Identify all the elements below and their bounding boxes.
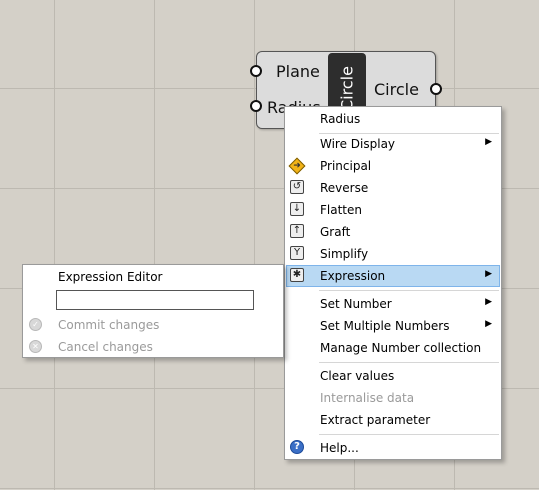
reverse-icon: ↺ (290, 180, 304, 194)
expression-icon: ✱ (290, 268, 304, 282)
menu-item-wire-display[interactable]: Wire Display ▶ (286, 133, 500, 155)
menu-item-simplify[interactable]: Y Simplify (286, 243, 500, 265)
input-plane-label[interactable]: Plane (276, 62, 320, 81)
help-icon: ? (290, 440, 304, 454)
output-circle-grip[interactable] (430, 83, 442, 95)
principal-icon: ➜ (288, 157, 306, 175)
expression-input[interactable] (56, 290, 254, 310)
menu-item-label: Simplify (320, 247, 369, 261)
submenu-arrow-icon: ▶ (485, 319, 492, 329)
menu-item-set-number[interactable]: Set Number ▶ (286, 293, 500, 315)
cancel-changes-item: ✕ Cancel changes (23, 337, 281, 357)
menu-item-label: Internalise data (320, 391, 415, 405)
menu-separator (319, 434, 499, 435)
commit-changes-item: ✓ Commit changes (23, 315, 281, 335)
menu-item-label: Help... (320, 441, 359, 455)
input-plane-grip[interactable] (250, 65, 262, 77)
menu-item-label: Graft (320, 225, 351, 239)
flatten-icon: ↓ (290, 202, 304, 216)
submenu-arrow-icon: ▶ (485, 297, 492, 307)
menu-separator (319, 362, 499, 363)
menu-item-extract-parameter[interactable]: Extract parameter (286, 409, 500, 431)
expression-submenu: Expression Editor ✓ Commit changes ✕ Can… (22, 264, 284, 358)
menu-item-graft[interactable]: ↑ Graft (286, 221, 500, 243)
output-circle-label[interactable]: Circle (374, 80, 419, 99)
simplify-icon: Y (290, 246, 304, 260)
submenu-arrow-icon: ▶ (485, 137, 492, 147)
menu-item-principal[interactable]: ➜ Principal (286, 155, 500, 177)
menu-item-label: Set Number (320, 297, 392, 311)
context-menu: Radius Wire Display ▶ ➜ Principal ↺ Reve… (284, 106, 502, 460)
submenu-arrow-icon: ▶ (485, 269, 492, 279)
menu-item-help[interactable]: ? Help... (286, 437, 500, 459)
expression-editor-item[interactable]: Expression Editor (58, 270, 162, 284)
menu-item-set-multiple-numbers[interactable]: Set Multiple Numbers ▶ (286, 315, 500, 337)
cancel-icon: ✕ (29, 340, 42, 353)
menu-item-expression[interactable]: ✱ Expression ▶ (286, 265, 500, 287)
menu-separator (319, 290, 499, 291)
menu-item-label: Clear values (320, 369, 395, 383)
menu-item-internalise-data: Internalise data (286, 387, 500, 409)
menu-header-radius[interactable]: Radius (286, 108, 500, 130)
menu-item-flatten[interactable]: ↓ Flatten (286, 199, 500, 221)
menu-item-label: Reverse (320, 181, 369, 195)
menu-item-clear-values[interactable]: Clear values (286, 365, 500, 387)
menu-item-label: Expression (320, 269, 386, 283)
input-radius-grip[interactable] (250, 100, 262, 112)
menu-item-label: Principal (320, 159, 372, 173)
menu-item-label: Extract parameter (320, 413, 431, 427)
menu-item-label: Flatten (320, 203, 362, 217)
menu-item-label: Manage Number collection (320, 341, 482, 355)
checkmark-icon: ✓ (29, 318, 42, 331)
menu-item-reverse[interactable]: ↺ Reverse (286, 177, 500, 199)
menu-item-manage-number-collection[interactable]: Manage Number collection (286, 337, 500, 359)
graft-icon: ↑ (290, 224, 304, 238)
menu-item-label: Set Multiple Numbers (320, 319, 450, 333)
menu-item-label: Wire Display (320, 137, 396, 151)
